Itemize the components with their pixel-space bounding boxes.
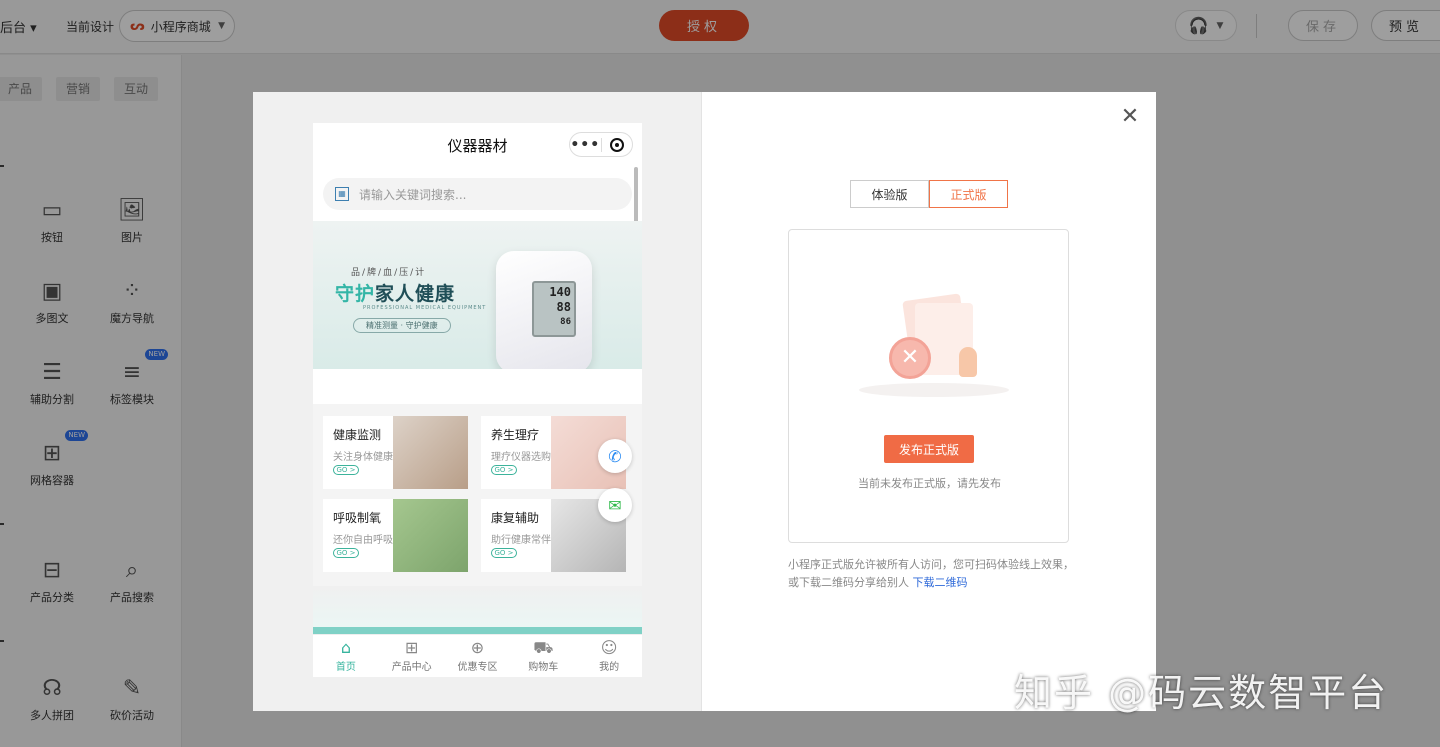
tab-mine[interactable]: ☺ 我的 xyxy=(576,635,642,677)
card-health-monitor[interactable]: 健康监测 关注身体健康 GO > xyxy=(323,416,468,489)
user-icon: ☺ xyxy=(600,638,618,657)
tab-cart[interactable]: ⛟ 购物车 xyxy=(510,635,576,677)
not-published-hint: 当前未发布正式版，请先发布 xyxy=(858,477,1001,490)
search-placeholder: 请输入关键词搜索... xyxy=(359,187,467,202)
promo-strip xyxy=(313,586,642,634)
error-icon: ✕ xyxy=(889,337,931,379)
hero-banner[interactable]: 品/牌/血/压/计 守护家人健康 PROFESSIONAL MEDICAL EQ… xyxy=(313,221,642,369)
card-title: 呼吸制氧 xyxy=(333,511,382,525)
close-icon[interactable]: ✕ xyxy=(1119,106,1141,128)
go-badge: GO > xyxy=(491,465,517,475)
qr-code-panel: ✕ 发布正式版 当前未发布正式版，请先发布 xyxy=(788,229,1069,543)
card-subtitle: 还你自由呼吸 xyxy=(333,535,393,546)
trial-version-tab[interactable]: 体验版 xyxy=(850,180,929,208)
phone-preview: 仪器器材 ••• ▦ 请输入关键词搜索... 品/牌/血/压/计 守护家人健康 … xyxy=(313,123,642,677)
more-icon[interactable]: ••• xyxy=(570,137,601,153)
close-target-icon[interactable] xyxy=(602,137,633,152)
banner-pagination xyxy=(625,363,637,366)
category-cards: 健康监测 关注身体健康 GO > 养生理疗 理疗仪器选购 GO > 呼吸制氧 还… xyxy=(313,404,642,586)
card-oxygen[interactable]: 呼吸制氧 还你自由呼吸 GO > xyxy=(323,499,468,572)
cart-icon: ⛟ xyxy=(533,638,554,657)
gift-icon: ⊕ xyxy=(470,638,485,657)
go-badge: GO > xyxy=(491,548,517,558)
card-image xyxy=(393,499,468,572)
go-badge: GO > xyxy=(333,465,359,475)
official-version-tab[interactable]: 正式版 xyxy=(929,180,1008,208)
banner-english: PROFESSIONAL MEDICAL EQUIPMENT xyxy=(363,305,487,311)
official-version-description: 小程序正式版允许被所有人访问，您可扫码体验线上效果，或下载二维码分享给别人 下载… xyxy=(788,556,1078,592)
publish-dialog: 仪器器材 ••• ▦ 请输入关键词搜索... 品/牌/血/压/计 守护家人健康 … xyxy=(253,92,1156,711)
watermark: 知乎 @码云数智平台 xyxy=(1014,671,1389,715)
monitor-screen: 140 88 86 xyxy=(532,281,576,337)
go-badge: GO > xyxy=(333,548,359,558)
blood-pressure-monitor-image: 140 88 86 xyxy=(496,251,592,369)
card-subtitle: 理疗仪器选购 xyxy=(491,452,551,463)
not-published-illustration: ✕ xyxy=(849,285,1009,415)
card-image xyxy=(393,416,468,489)
publish-official-button[interactable]: 发布正式版 xyxy=(884,435,974,463)
card-title: 健康监测 xyxy=(333,428,382,442)
grid-icon: ⊞ xyxy=(404,638,419,657)
download-qr-link[interactable]: 下载二维码 xyxy=(913,576,968,589)
version-toggle: 体验版 正式版 xyxy=(850,180,1008,208)
phone-search-bar[interactable]: ▦ 请输入关键词搜索... xyxy=(323,178,632,210)
tab-discount[interactable]: ⊕ 优惠专区 xyxy=(445,635,511,677)
phone-tab-bar: ⌂ 首页 ⊞ 产品中心 ⊕ 优惠专区 ⛟ 购物车 ☺ 我的 xyxy=(313,634,642,677)
card-subtitle: 助行健康常伴 xyxy=(491,535,551,546)
search-icon: ▦ xyxy=(335,187,349,201)
card-title: 养生理疗 xyxy=(491,428,540,442)
tab-home[interactable]: ⌂ 首页 xyxy=(313,635,379,677)
mini-program-capsule[interactable]: ••• xyxy=(569,132,633,157)
phone-header: 仪器器材 ••• xyxy=(313,123,642,167)
banner-headline: 守护家人健康 xyxy=(335,283,456,305)
card-subtitle: 关注身体健康 xyxy=(333,452,393,463)
preview-pane: 仪器器材 ••• ▦ 请输入关键词搜索... 品/牌/血/压/计 守护家人健康 … xyxy=(253,92,702,711)
banner-pill: 精准测量 · 守护健康 xyxy=(353,318,451,333)
tab-product-center[interactable]: ⊞ 产品中心 xyxy=(379,635,445,677)
wechat-icon[interactable]: ✉ xyxy=(598,488,632,522)
banner-tagline: 品/牌/血/压/计 xyxy=(351,268,427,278)
phone-call-icon[interactable]: ✆ xyxy=(598,439,632,473)
home-icon: ⌂ xyxy=(340,638,351,657)
card-title: 康复辅助 xyxy=(491,511,540,525)
